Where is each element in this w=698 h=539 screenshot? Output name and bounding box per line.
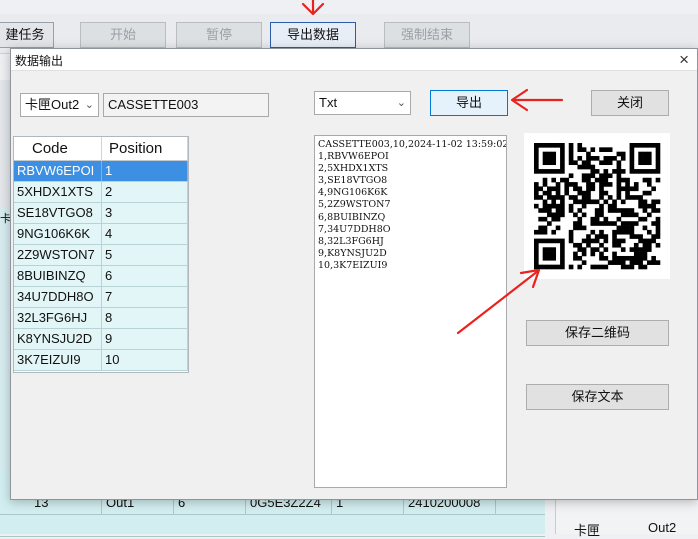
close-button[interactable]: 关闭 bbox=[591, 90, 669, 116]
cassette-select-value: 卡匣Out2 bbox=[25, 97, 80, 112]
dialog-title: 数据输出 bbox=[15, 54, 64, 68]
save-qr-button[interactable]: 保存二维码 bbox=[526, 320, 669, 346]
start-button[interactable]: 开始 bbox=[80, 22, 166, 48]
format-select-value: Txt bbox=[319, 95, 338, 110]
grid-row[interactable]: 32L3FG6HJ 8 bbox=[14, 308, 188, 329]
grid-row[interactable]: 2Z9WSTON7 5 bbox=[14, 245, 188, 266]
right-panel-value: Out2 bbox=[648, 520, 677, 535]
output-text-area[interactable]: CASSETTE003,10,2024-11-02 13:59:02 1,RBV… bbox=[314, 135, 507, 488]
new-task-button[interactable]: 建任务 bbox=[0, 22, 54, 48]
pause-button[interactable]: 暂停 bbox=[176, 22, 262, 48]
grid-row[interactable]: 34U7DDH8O 7 bbox=[14, 287, 188, 308]
export-button[interactable]: 导出 bbox=[430, 90, 508, 116]
code-position-grid: Code Position RBVW6EPOI 1 5XHDX1XTS 2 SE… bbox=[13, 136, 189, 373]
dialog-titlebar: 数据输出 × bbox=[11, 49, 697, 71]
grid-header-position[interactable]: Position bbox=[102, 137, 188, 161]
right-panel-label: 卡匣 bbox=[574, 523, 601, 538]
chevron-down-icon: ⌄ bbox=[396, 97, 406, 109]
force-end-button[interactable]: 强制结束 bbox=[384, 22, 470, 48]
chevron-down-icon: ⌄ bbox=[84, 99, 94, 111]
grid-row[interactable]: 8BUIBINZQ 6 bbox=[14, 266, 188, 287]
save-text-button[interactable]: 保存文本 bbox=[526, 384, 669, 410]
qr-code-icon bbox=[524, 133, 670, 279]
grid-row[interactable]: 3K7EIZUI9 10 bbox=[14, 350, 188, 371]
grid-row[interactable]: RBVW6EPOI 1 bbox=[14, 161, 188, 182]
grid-header-code[interactable]: Code bbox=[14, 137, 102, 161]
export-data-button[interactable]: 导出数据 bbox=[270, 22, 356, 48]
grid-row[interactable]: 5XHDX1XTS 2 bbox=[14, 182, 188, 203]
grid-row[interactable]: K8YNSJU2D 9 bbox=[14, 329, 188, 350]
grid-row[interactable]: SE18VTGO8 3 bbox=[14, 203, 188, 224]
grid-row[interactable]: 9NG106K6K 4 bbox=[14, 224, 188, 245]
cassette-select[interactable]: 卡匣Out2 ⌄ bbox=[20, 93, 99, 117]
format-select[interactable]: Txt ⌄ bbox=[314, 91, 411, 115]
close-icon[interactable]: × bbox=[679, 49, 689, 71]
qr-code-image bbox=[534, 143, 661, 270]
annotation-arrow-top-head bbox=[301, 2, 325, 16]
cassette-name-field[interactable]: CASSETTE003 bbox=[103, 93, 269, 117]
